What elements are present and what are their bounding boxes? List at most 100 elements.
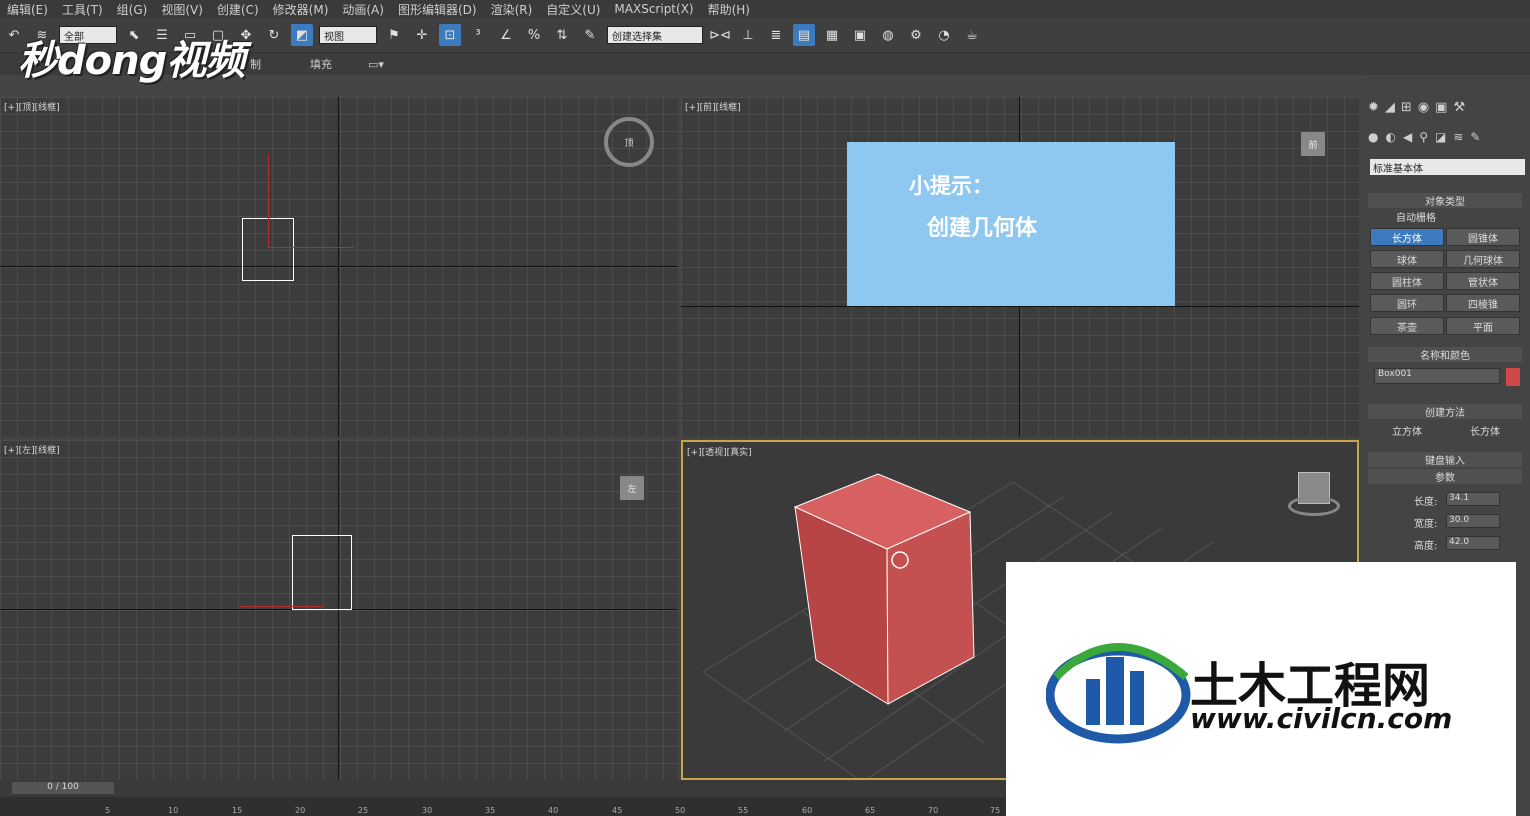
modify-tab-icon[interactable]: ◢ [1385, 100, 1395, 115]
width-field[interactable]: 30.0 [1446, 514, 1500, 528]
tick-label: 40 [548, 806, 559, 815]
ribbon-item-fill[interactable]: 填充 [310, 56, 332, 72]
mirror-icon[interactable]: ⊳⊲ [709, 24, 731, 46]
tube-button[interactable]: 管状体 [1446, 272, 1520, 290]
tick-label: 10 [168, 806, 179, 815]
shapes-icon[interactable]: ◐ [1385, 130, 1395, 144]
cylinder-button[interactable]: 圆柱体 [1370, 272, 1444, 290]
tip-title: 小提示： [909, 174, 993, 198]
systems-icon[interactable]: ✎ [1470, 130, 1480, 144]
menu-customize[interactable]: 自定义(U) [539, 1, 607, 18]
rollout-creation-method[interactable]: 创建方法 [1368, 404, 1522, 419]
render-frame-icon[interactable]: ◔ [933, 24, 955, 46]
tick-label: 45 [612, 806, 623, 815]
rollout-parameters[interactable]: 参数 [1368, 469, 1522, 484]
align-icon[interactable]: ⊥ [737, 24, 759, 46]
object-name-field[interactable]: Box001 [1374, 368, 1500, 384]
curve-editor-icon[interactable]: ▦ [821, 24, 843, 46]
menu-create[interactable]: 创建(C) [210, 1, 266, 18]
select-scale-icon[interactable]: ◩ [291, 24, 313, 46]
tip-banner: 小提示： 创建几何体 [847, 142, 1175, 306]
ribbon-toggle-icon[interactable]: ▭▾ [368, 58, 384, 71]
menu-views[interactable]: 视图(V) [154, 1, 210, 18]
object-color-swatch[interactable] [1506, 368, 1520, 386]
menu-graph-editors[interactable]: 图形编辑器(D) [391, 1, 484, 18]
track-bar[interactable]: 5 10 15 20 25 30 35 40 45 50 55 60 65 70… [0, 797, 1010, 816]
height-field[interactable]: 42.0 [1446, 536, 1500, 550]
teapot-button[interactable]: 茶壶 [1370, 317, 1444, 335]
menu-maxscript[interactable]: MAXScript(X) [607, 2, 700, 16]
viewport-label[interactable]: [+][顶][线框] [4, 100, 60, 113]
edit-named-sel-icon[interactable]: ✎ [579, 24, 601, 46]
menu-help[interactable]: 帮助(H) [701, 1, 757, 18]
lights-icon[interactable]: ◀ [1403, 130, 1412, 144]
tick-label: 25 [358, 806, 369, 815]
display-tab-icon[interactable]: ▣ [1435, 100, 1447, 115]
box-radio-label: 长方体 [1470, 427, 1500, 438]
viewcube-label: 顶 [624, 138, 634, 149]
keyboard-shortcut-icon[interactable]: ⊡ [439, 24, 461, 46]
menu-modifiers[interactable]: 修改器(M) [266, 1, 336, 18]
autogrid-checkbox[interactable]: 自动栅格 [1396, 209, 1530, 224]
menu-tools[interactable]: 工具(T) [55, 1, 110, 18]
cameras-icon[interactable]: ⚲ [1419, 130, 1428, 144]
select-rotate-icon[interactable]: ↻ [263, 24, 285, 46]
snap-toggle-icon[interactable]: ³ [467, 24, 489, 46]
viewport-label[interactable]: [+][前][线框] [685, 100, 741, 113]
viewport-label[interactable]: [+][左][线框] [4, 443, 60, 456]
layer-icon[interactable]: ≣ [765, 24, 787, 46]
geometry-icon[interactable]: ● [1368, 130, 1378, 144]
material-editor-icon[interactable]: ◍ [877, 24, 899, 46]
sphere-button[interactable]: 球体 [1370, 250, 1444, 268]
spinner-snap-icon[interactable]: ⇅ [551, 24, 573, 46]
menu-edit[interactable]: 编辑(E) [0, 1, 55, 18]
helpers-icon[interactable]: ◪ [1435, 130, 1446, 144]
viewcube-icon[interactable] [1288, 472, 1340, 520]
percent-snap-icon[interactable]: % [523, 24, 545, 46]
pyramid-button[interactable]: 四棱锥 [1446, 294, 1520, 312]
utilities-tab-icon[interactable]: ⚒ [1453, 100, 1465, 115]
hierarchy-tab-icon[interactable]: ⊞ [1401, 100, 1412, 115]
time-slider[interactable]: 0 / 100 [12, 782, 114, 794]
tick-label: 35 [485, 806, 496, 815]
pivot-icon[interactable]: ⚑ [383, 24, 405, 46]
rollout-object-type[interactable]: 对象类型 [1368, 193, 1522, 208]
category-dropdown[interactable]: 标准基本体 [1370, 159, 1525, 175]
menu-rendering[interactable]: 渲染(R) [484, 1, 540, 18]
ref-coord-dropdown[interactable]: 视图 [319, 26, 377, 44]
named-selection-dropdown[interactable]: 创建选择集 [607, 26, 703, 44]
menu-animation[interactable]: 动画(A) [335, 1, 391, 18]
rollout-keyboard-entry[interactable]: 键盘输入 [1368, 452, 1522, 467]
length-field[interactable]: 34.1 [1446, 492, 1500, 506]
tick-label: 50 [675, 806, 686, 815]
spacewarps-icon[interactable]: ≋ [1453, 130, 1463, 144]
tick-label: 15 [232, 806, 243, 815]
geosphere-button[interactable]: 几何球体 [1446, 250, 1520, 268]
logo-overlay: 土木工程网 www.civilcn.com [1006, 562, 1516, 816]
box-button[interactable]: 长方体 [1370, 228, 1444, 246]
box-radio[interactable]: 长方体 [1470, 423, 1530, 438]
angle-snap-icon[interactable]: ∠ [495, 24, 517, 46]
length-label: 长度: [1414, 497, 1438, 508]
viewcube-icon[interactable]: 顶 [604, 117, 654, 167]
tick-label: 65 [865, 806, 876, 815]
panel-tabs: ✹ ◢ ⊞ ◉ ▣ ⚒ [1368, 100, 1465, 115]
render-setup-icon[interactable]: ⚙ [905, 24, 927, 46]
plane-button[interactable]: 平面 [1446, 317, 1520, 335]
torus-button[interactable]: 圆环 [1370, 294, 1444, 312]
viewport-top[interactable]: [+][顶][线框] 顶 [0, 97, 678, 437]
viewcube-icon[interactable]: 左 [620, 476, 644, 500]
motion-tab-icon[interactable]: ◉ [1418, 100, 1429, 115]
render-icon[interactable]: ☕ [961, 24, 983, 46]
viewport-left[interactable]: [+][左][线框] 左 [0, 440, 678, 780]
box-object[interactable] [292, 535, 352, 610]
schematic-icon[interactable]: ▣ [849, 24, 871, 46]
manipulate-icon[interactable]: ✛ [411, 24, 433, 46]
create-tab-icon[interactable]: ✹ [1368, 100, 1379, 115]
rollout-name-color[interactable]: 名称和颜色 [1368, 347, 1522, 362]
scene-explorer-icon[interactable]: ▤ [793, 24, 815, 46]
menu-group[interactable]: 组(G) [110, 1, 155, 18]
ribbon-item-1[interactable]: 制 [250, 56, 261, 72]
viewcube-icon[interactable]: 前 [1301, 132, 1325, 156]
cone-button[interactable]: 圆锥体 [1446, 228, 1520, 246]
